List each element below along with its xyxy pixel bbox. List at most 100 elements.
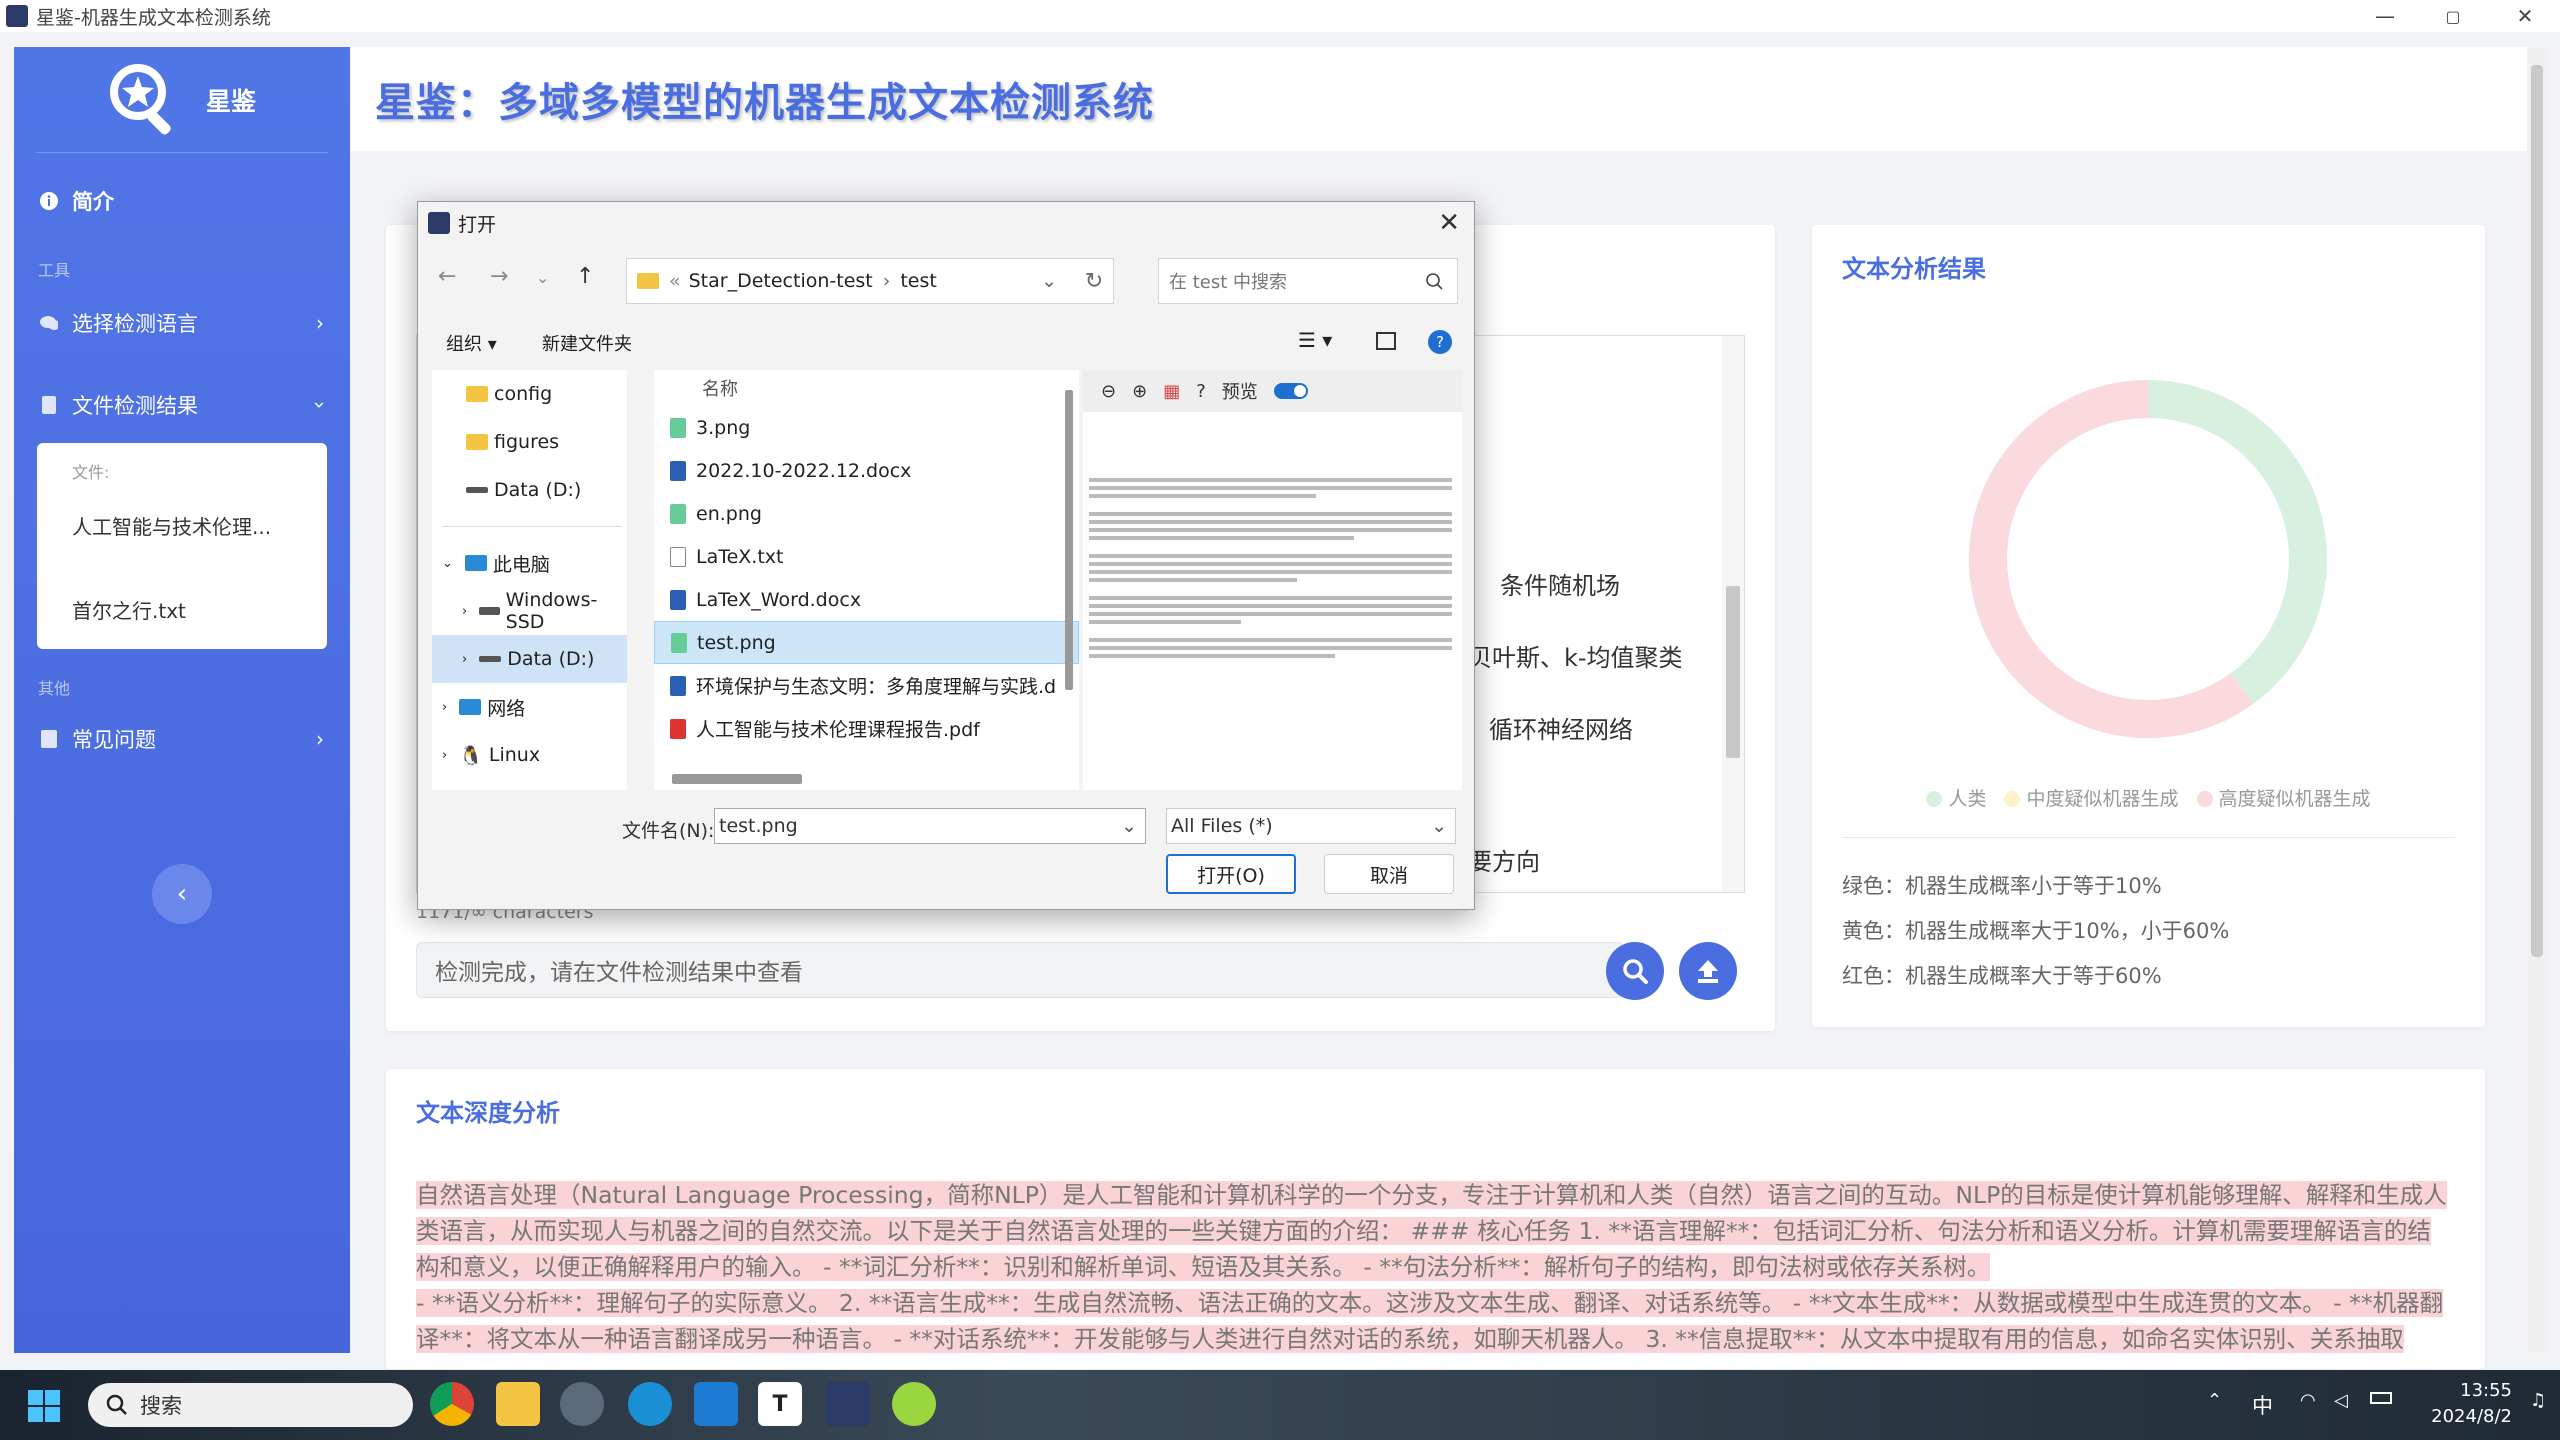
file-item[interactable]: 首尔之行.txt [37, 567, 327, 651]
column-header-name[interactable]: 名称 [654, 370, 1079, 406]
open-button[interactable]: 打开(O) [1166, 854, 1296, 894]
filename-input[interactable]: test.png ⌄ [714, 808, 1146, 844]
dialog-search-input[interactable]: 在 test 中搜索 [1158, 258, 1458, 304]
recent-chevron-icon[interactable]: ⌄ [536, 268, 549, 287]
back-arrow-icon[interactable]: ← [438, 264, 456, 289]
tree-item-data-d[interactable]: › Data (D:) [432, 635, 627, 683]
result-card: 文本分析结果 人类 中度疑似机器生成 高度疑似机器生成 绿色：机器生成概率小于等… [1812, 225, 2485, 1027]
file-row[interactable]: LaTeX_Word.docx [654, 578, 1079, 621]
page-scrollbar[interactable] [2527, 47, 2547, 1353]
file-row-selected[interactable]: test.png [654, 621, 1079, 664]
ime-indicator[interactable]: 中 [2252, 1390, 2273, 1420]
nav-file-results[interactable]: 文件检测结果 › [14, 375, 350, 435]
donut-slice-2[interactable] [1969, 380, 2254, 738]
nav-file-results-label: 文件检测结果 [72, 394, 198, 418]
tree-item-figures[interactable]: figures [432, 418, 627, 466]
file-row[interactable]: 人工智能与技术伦理课程报告.pdf [654, 707, 1079, 750]
legend-item[interactable]: 人类 [1926, 784, 1986, 811]
app-icon[interactable] [892, 1382, 936, 1426]
collapse-sidebar-button[interactable]: ‹ [152, 864, 212, 924]
nav-intro-label: 简介 [72, 190, 114, 214]
breadcrumb-root[interactable]: Star_Detection-test [689, 270, 873, 292]
preview-toolbar: ⊖ ⊕ ▦ ? 预览 [1083, 370, 1462, 412]
dialog-close-button[interactable]: ✕ [1438, 208, 1460, 238]
search-icon [1623, 959, 1648, 984]
volume-icon[interactable]: ◁ [2334, 1390, 2348, 1411]
textarea-scrollbar[interactable] [1722, 336, 1744, 892]
clock-date[interactable]: 2024/8/2 [2412, 1406, 2512, 1427]
battery-icon[interactable] [2370, 1392, 2392, 1404]
tree-item-drive-d[interactable]: Data (D:) [432, 466, 627, 514]
tree-item-this-pc[interactable]: ⌄ 此电脑 [432, 539, 627, 587]
filename-row: 文件名(N): test.png ⌄ All Files (*) ⌄ [418, 808, 1474, 848]
dialog-title: 打开 [458, 213, 497, 236]
new-folder-button[interactable]: 新建文件夹 [542, 330, 632, 356]
cancel-button[interactable]: 取消 [1324, 854, 1454, 894]
file-type-select[interactable]: All Files (*) ⌄ [1166, 808, 1456, 844]
open-file-dialog: 打开 ✕ ← → ⌄ ↑ « Star_Detection-test › tes… [417, 201, 1475, 910]
file-row[interactable]: en.png [654, 492, 1079, 535]
legend-item[interactable]: 高度疑似机器生成 [2196, 784, 2371, 811]
book-icon [40, 730, 58, 748]
other-heading: 其他 [38, 679, 71, 698]
taskbar-search[interactable]: 搜索 [88, 1383, 413, 1427]
nav-select-language[interactable]: 选择检测语言 › [14, 293, 350, 353]
status-field[interactable]: 检测完成，请在文件检测结果中查看 [416, 942, 1624, 998]
preview-pane: ⊖ ⊕ ▦ ? 预览 [1083, 370, 1462, 790]
file-explorer-icon[interactable] [496, 1382, 540, 1426]
address-dropdown-icon[interactable]: ⌄ [1041, 270, 1057, 292]
star-detection-app-icon[interactable] [826, 1382, 870, 1426]
windows-start-icon[interactable] [28, 1390, 60, 1422]
view-options-icon[interactable]: ☰ ▾ [1298, 328, 1332, 352]
detect-search-button[interactable] [1606, 942, 1664, 1000]
help-icon[interactable]: ? [1428, 330, 1452, 354]
breadcrumb-leaf[interactable]: test [900, 270, 937, 292]
zoom-out-icon[interactable]: ⊖ [1101, 381, 1116, 402]
file-row[interactable]: 环境保护与生态文明：多角度理解与实践.d [654, 664, 1079, 707]
up-arrow-icon[interactable]: ↑ [576, 264, 594, 289]
upload-button[interactable] [1679, 942, 1737, 1000]
preview-toggle[interactable] [1273, 383, 1308, 399]
close-window-button[interactable]: ✕ [2490, 0, 2560, 32]
nav-faq[interactable]: 常见问题 › [14, 709, 350, 769]
tree-item-linux[interactable]: › 🐧 Linux [432, 731, 627, 779]
file-list-hscroll[interactable] [672, 774, 802, 784]
grid-icon[interactable]: ▦ [1163, 381, 1180, 402]
minimize-button[interactable]: — [2350, 0, 2420, 32]
nav-intro[interactable]: 简介 [14, 171, 350, 231]
question-icon[interactable]: ? [1196, 381, 1206, 402]
file-row[interactable]: 2022.10-2022.12.docx [654, 449, 1079, 492]
preview-pane-icon[interactable] [1376, 332, 1396, 350]
organize-button[interactable]: 组织 ▾ [446, 330, 497, 356]
legend-item[interactable]: 中度疑似机器生成 [2004, 784, 2179, 811]
refresh-icon[interactable]: ↻ [1071, 269, 1117, 294]
tree-item-config[interactable]: config [432, 370, 627, 418]
search-icon [106, 1394, 127, 1415]
text-line: 条件随机场 [1500, 572, 1620, 600]
zoom-in-icon[interactable]: ⊕ [1132, 381, 1147, 402]
forward-arrow-icon[interactable]: → [490, 264, 508, 289]
donut-slice-0[interactable] [2147, 380, 2327, 704]
settings-gear-icon[interactable] [560, 1382, 604, 1426]
clock-time[interactable]: 13:55 [2412, 1380, 2512, 1401]
maximize-button[interactable]: ▢ [2418, 0, 2488, 32]
file-row[interactable]: 3.png [654, 406, 1079, 449]
tree-item-windows-ssd[interactable]: › Windows-SSD [432, 587, 627, 635]
file-item[interactable]: 人工智能与技术伦理... [37, 483, 327, 567]
chrome-icon[interactable] [430, 1382, 474, 1426]
typora-icon[interactable]: T [758, 1382, 802, 1426]
chevron-right-icon: › [316, 311, 324, 335]
tray-chevron-icon[interactable]: ⌃ [2207, 1390, 2222, 1411]
notification-bell-icon[interactable]: ♫ [2530, 1390, 2546, 1411]
preview-page-thumbnail [1083, 412, 1462, 658]
vscode-icon[interactable] [694, 1382, 738, 1426]
file-list-vscroll[interactable] [1065, 390, 1073, 690]
edge-icon[interactable] [628, 1382, 672, 1426]
file-row[interactable]: LaTeX.txt [654, 535, 1079, 578]
tree-item-network[interactable]: › 网络 [432, 683, 627, 731]
tools-heading: 工具 [38, 261, 71, 280]
wifi-icon[interactable]: ◠ [2300, 1390, 2316, 1411]
nav-select-language-label: 选择检测语言 [72, 312, 198, 336]
sidebar: 星鉴 简介 工具 选择检测语言 › 文件检测结果 › 文件: 人工智能与技术伦理… [14, 47, 350, 1353]
address-bar[interactable]: « Star_Detection-test › test ⌄ ↻ [626, 258, 1114, 304]
